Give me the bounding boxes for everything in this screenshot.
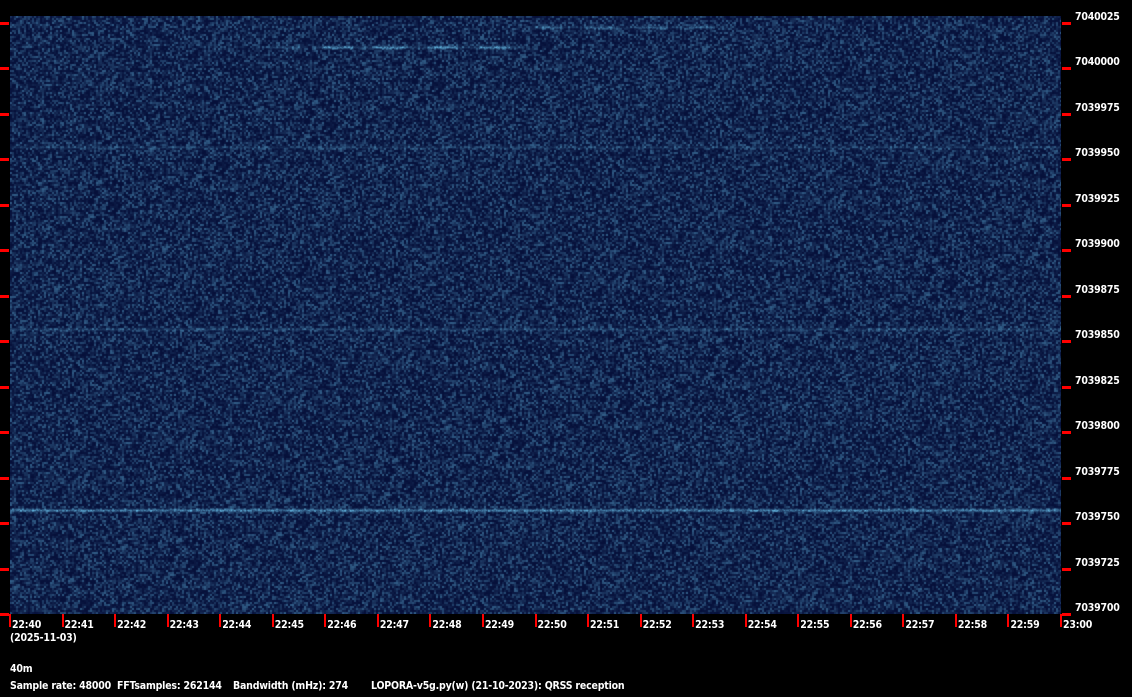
y-tick-label: 7039725	[1075, 556, 1120, 569]
x-tick-mark	[114, 614, 117, 627]
fft-samples-label: FFTsamples: 262144	[117, 680, 222, 692]
y-tick-label: 7039975	[1075, 101, 1120, 114]
y-tick-label: 7040025	[1075, 11, 1120, 23]
y-tick-label: 7039825	[1075, 374, 1120, 387]
y-tick-mark-left	[0, 203, 9, 207]
y-tick-mark-left	[0, 340, 9, 344]
y-tick-mark-right	[1062, 567, 1071, 571]
x-tick-mark	[534, 614, 537, 627]
y-tick-label: 7039800	[1075, 420, 1120, 433]
x-tick-label: 22:57	[905, 619, 935, 631]
x-tick-mark	[481, 614, 484, 627]
y-tick-mark-right	[1062, 431, 1071, 435]
x-tick-mark	[692, 614, 695, 627]
x-tick-label: 22:42	[117, 619, 147, 631]
y-tick-mark-left	[0, 385, 9, 389]
x-tick-label: 22:56	[852, 619, 882, 631]
x-tick-label: 22:49	[484, 619, 515, 631]
x-tick-mark	[1060, 614, 1062, 627]
y-tick-label: 7039950	[1075, 147, 1120, 160]
y-tick-mark-right	[1062, 340, 1071, 344]
date-label: (2025-11-03)	[10, 632, 77, 644]
x-tick-mark	[9, 614, 11, 627]
x-tick-mark	[376, 614, 379, 627]
y-tick-mark-left	[0, 67, 9, 71]
band-label: 40m	[10, 663, 33, 675]
x-tick-mark	[166, 614, 169, 627]
y-tick-mark-left	[0, 613, 9, 616]
x-tick-label: 22:50	[537, 619, 567, 631]
y-tick-mark-right	[1062, 158, 1071, 162]
spectrogram-waterfall	[10, 16, 1061, 614]
x-tick-mark	[587, 614, 590, 627]
y-tick-mark-left	[0, 249, 9, 253]
x-tick-mark	[324, 614, 327, 627]
y-tick-label: 7039900	[1075, 238, 1120, 251]
x-tick-label: 22:48	[432, 619, 462, 631]
y-tick-label: 7039775	[1075, 465, 1120, 478]
x-tick-label: 23:00	[1063, 619, 1093, 631]
x-tick-mark	[639, 614, 642, 627]
bandwidth-label: Bandwidth (mHz): 274	[233, 680, 348, 692]
y-tick-mark-left	[0, 522, 9, 526]
x-tick-label: 22:40	[12, 619, 42, 631]
x-tick-mark	[954, 614, 957, 627]
x-tick-label: 22:47	[379, 619, 409, 631]
x-tick-label: 22:44	[222, 619, 252, 631]
x-tick-label: 22:55	[800, 619, 830, 631]
y-tick-mark-left	[0, 567, 9, 571]
x-tick-mark	[219, 614, 222, 627]
y-tick-mark-left	[0, 112, 9, 116]
y-tick-mark-right	[1062, 294, 1071, 298]
y-tick-mark-right	[1062, 249, 1071, 253]
y-tick-label: 7039750	[1075, 511, 1120, 524]
y-tick-label: 7039875	[1075, 283, 1120, 296]
y-tick-mark-right	[1062, 203, 1071, 207]
x-tick-label: 22:59	[1010, 619, 1040, 631]
x-tick-mark	[61, 614, 64, 627]
y-tick-mark-left	[0, 158, 9, 162]
y-tick-mark-left	[0, 476, 9, 480]
y-tick-mark-right	[1062, 613, 1071, 616]
x-tick-mark	[429, 614, 432, 627]
x-tick-label: 22:46	[327, 619, 357, 631]
y-tick-mark-right	[1062, 476, 1071, 480]
y-tick-mark-right	[1062, 67, 1071, 71]
x-tick-label: 22:54	[747, 619, 777, 631]
y-tick-label: 7039850	[1075, 329, 1120, 342]
y-tick-mark-right	[1062, 22, 1071, 25]
x-tick-mark	[849, 614, 852, 627]
x-tick-label: 22:53	[695, 619, 725, 631]
x-tick-label: 22:51	[590, 619, 620, 631]
x-tick-label: 22:58	[957, 619, 987, 631]
y-tick-label: 7039925	[1075, 192, 1120, 205]
y-tick-label: 7040000	[1075, 56, 1120, 69]
x-tick-label: 22:41	[64, 619, 94, 631]
y-tick-mark-left	[0, 294, 9, 298]
x-tick-mark	[902, 614, 905, 627]
y-tick-mark-left	[0, 431, 9, 435]
y-tick-mark-right	[1062, 522, 1071, 526]
software-label: LOPORA-v5g.py(w) (21-10-2023): QRSS rece…	[371, 680, 625, 692]
x-tick-mark	[271, 614, 274, 627]
x-tick-label: 22:52	[642, 619, 672, 631]
y-tick-mark-right	[1062, 385, 1071, 389]
x-tick-mark	[744, 614, 747, 627]
x-tick-mark	[797, 614, 800, 627]
y-tick-label: 7039700	[1075, 602, 1120, 614]
x-tick-label: 22:43	[169, 619, 199, 631]
x-tick-label: 22:45	[274, 619, 304, 631]
y-tick-mark-right	[1062, 112, 1071, 116]
x-tick-mark	[1007, 614, 1010, 627]
sample-rate-label: Sample rate: 48000	[10, 680, 112, 692]
y-tick-mark-left	[0, 22, 9, 25]
